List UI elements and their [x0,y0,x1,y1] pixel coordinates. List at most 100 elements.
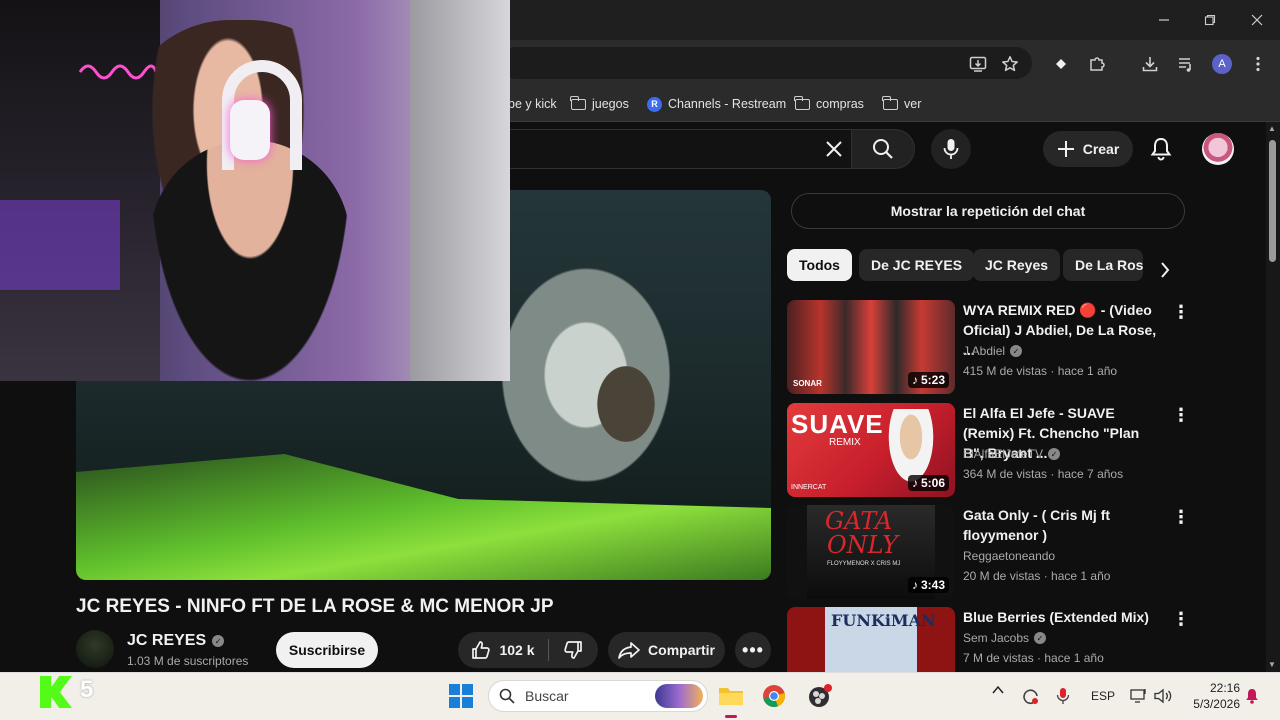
recommendation-channel[interactable]: J Abdiel ✓ [963,344,1023,358]
browser-menu-button[interactable] [1244,50,1272,78]
scrollbar-thumb[interactable] [1269,140,1276,262]
bookmark-folder-compras[interactable]: compras [794,92,864,116]
recommendation-meta: 415 M de vistas · hace 1 año [963,364,1118,378]
recommendation-meta: 364 M de vistas · hace 7 años [963,467,1124,481]
music-note-icon: ♪ [911,578,918,592]
account-avatar[interactable] [1202,133,1234,165]
sync-icon[interactable] [1022,688,1040,709]
chip-jc-reyes[interactable]: JC Reyes [973,249,1061,281]
restore-button[interactable] [1187,0,1233,40]
create-label: Crear [1082,141,1120,157]
bookmark-folder-juegos[interactable]: juegos [570,92,629,116]
headset-earcup [230,100,270,160]
search-input[interactable] [500,129,852,169]
close-icon [1251,14,1263,26]
system-clock[interactable]: 22:16 5/3/2026 [1186,680,1240,712]
bookmark-folder-ver[interactable]: ver [882,92,921,116]
active-app-indicator [725,715,737,718]
extension-button[interactable] [1047,50,1075,78]
scroll-down-icon[interactable]: ▼ [1268,660,1276,669]
network-icon[interactable] [1130,688,1148,707]
folder-icon [719,688,743,705]
recommendation-channel[interactable]: Reggaetoneando [963,549,1055,563]
recommendation-thumbnail[interactable]: SUAVE REMIX INNERCAT ♪ 5:06 [787,403,955,497]
channel-label: J Abdiel [963,344,1006,358]
refresh-icon [1023,689,1038,705]
taskbar-search-placeholder: Buscar [525,688,569,704]
media-control-button[interactable] [1172,50,1200,78]
downloads-button[interactable] [1136,50,1164,78]
recommendation-title[interactable]: Gata Only - ( Cris Mj ft floyymenor ) [963,505,1163,545]
chip-de-la-rose[interactable]: De La Rose [1063,249,1143,281]
search-button[interactable] [851,129,915,169]
scroll-up-icon[interactable]: ▲ [1268,124,1276,133]
close-window-button[interactable] [1234,0,1280,40]
install-app-button[interactable] [964,50,992,78]
kick-viewer-count: 5 [80,676,94,703]
recommendation-thumbnail[interactable]: GATA ONLY FLOYYMENOR X CRIS MJ ♪ 3:43 [787,505,955,599]
thumbnail-label: SUAVE [791,409,884,439]
download-icon [1142,57,1158,72]
start-button[interactable] [449,684,473,713]
tray-expand-icon[interactable] [992,684,1004,698]
microphone-icon [1056,688,1070,704]
recommendation-meta: 7 M de vistas · hace 1 año [963,651,1104,665]
music-note-icon: ♪ [911,476,918,490]
profile-avatar[interactable]: A [1212,54,1232,74]
taskbar-search[interactable]: Buscar [488,680,708,712]
kebab-menu-icon: ⋮ [1172,404,1190,425]
bookmark-label: juegos [592,97,629,111]
recommendation-menu-button[interactable]: ⋮ [1170,607,1192,631]
volume-icon[interactable] [1154,688,1172,707]
obs-button[interactable] [808,684,834,713]
minimize-icon [1159,19,1169,21]
bookmark-restream[interactable]: R Channels - Restream [647,92,786,116]
dislike-button[interactable] [549,632,597,668]
channel-name-link[interactable]: JC REYES ✓ [127,632,225,650]
puzzle-icon [1090,57,1105,71]
chip-de-jc-reyes[interactable]: De JC REYES [859,249,975,281]
notification-center-button[interactable] [1245,688,1259,709]
clear-search-button[interactable] [818,133,850,165]
bookmark-item[interactable]: be y kick [508,92,557,116]
kebab-menu-icon: ⋮ [1172,506,1190,527]
channel-avatar[interactable] [76,630,114,668]
verified-icon: ✓ [1048,448,1061,460]
chevron-right-icon [1161,262,1170,278]
windows-logo-icon [449,684,473,708]
share-button[interactable]: Compartir [608,632,725,668]
voice-search-button[interactable] [931,129,971,169]
recommendation-thumbnail[interactable]: FUNKiMAN [787,607,955,672]
recommendation-channel[interactable]: ElAlfaElJefeTV ✓ [963,447,1061,461]
file-explorer-button[interactable] [718,684,744,718]
webcam-right-wall [410,0,510,381]
recommendation-thumbnail[interactable]: SONAR ♪ 5:23 [787,300,955,394]
like-count: 102 k [499,642,535,658]
minimize-button[interactable] [1141,0,1187,40]
language-indicator[interactable]: ESP [1091,689,1115,703]
address-bar[interactable] [500,47,1032,79]
chips-next-button[interactable] [1150,255,1180,285]
create-button[interactable]: Crear [1043,131,1133,167]
chip-todos[interactable]: Todos [787,249,852,281]
chrome-button[interactable] [762,684,786,713]
recommendation-menu-button[interactable]: ⋮ [1170,505,1192,529]
thumbnail-corner-label: INNERCAT [791,484,827,491]
more-actions-button[interactable]: ••• [735,632,771,668]
restream-icon: R [647,96,662,112]
extensions-menu-button[interactable] [1083,50,1111,78]
clock-time: 22:16 [1209,681,1240,695]
microphone-tray-icon[interactable] [1056,687,1070,708]
music-note-icon: ♪ [911,373,918,387]
like-button[interactable]: 102 k [458,632,548,668]
recommendation-title[interactable]: Blue Berries (Extended Mix) [963,607,1163,627]
show-chat-replay-button[interactable]: Mostrar la repetición del chat [791,193,1185,229]
recommendation-menu-button[interactable]: ⋮ [1170,403,1192,427]
webcam-overlay [0,0,510,381]
recommendation-menu-button[interactable]: ⋮ [1170,300,1192,324]
notifications-button[interactable] [1145,133,1177,165]
recommendation-channel[interactable]: Sem Jacobs ✓ [963,631,1047,645]
subscribe-button[interactable]: Suscribirse [276,632,378,668]
bookmark-star-button[interactable] [996,50,1024,78]
monitor-network-icon [1130,689,1146,703]
